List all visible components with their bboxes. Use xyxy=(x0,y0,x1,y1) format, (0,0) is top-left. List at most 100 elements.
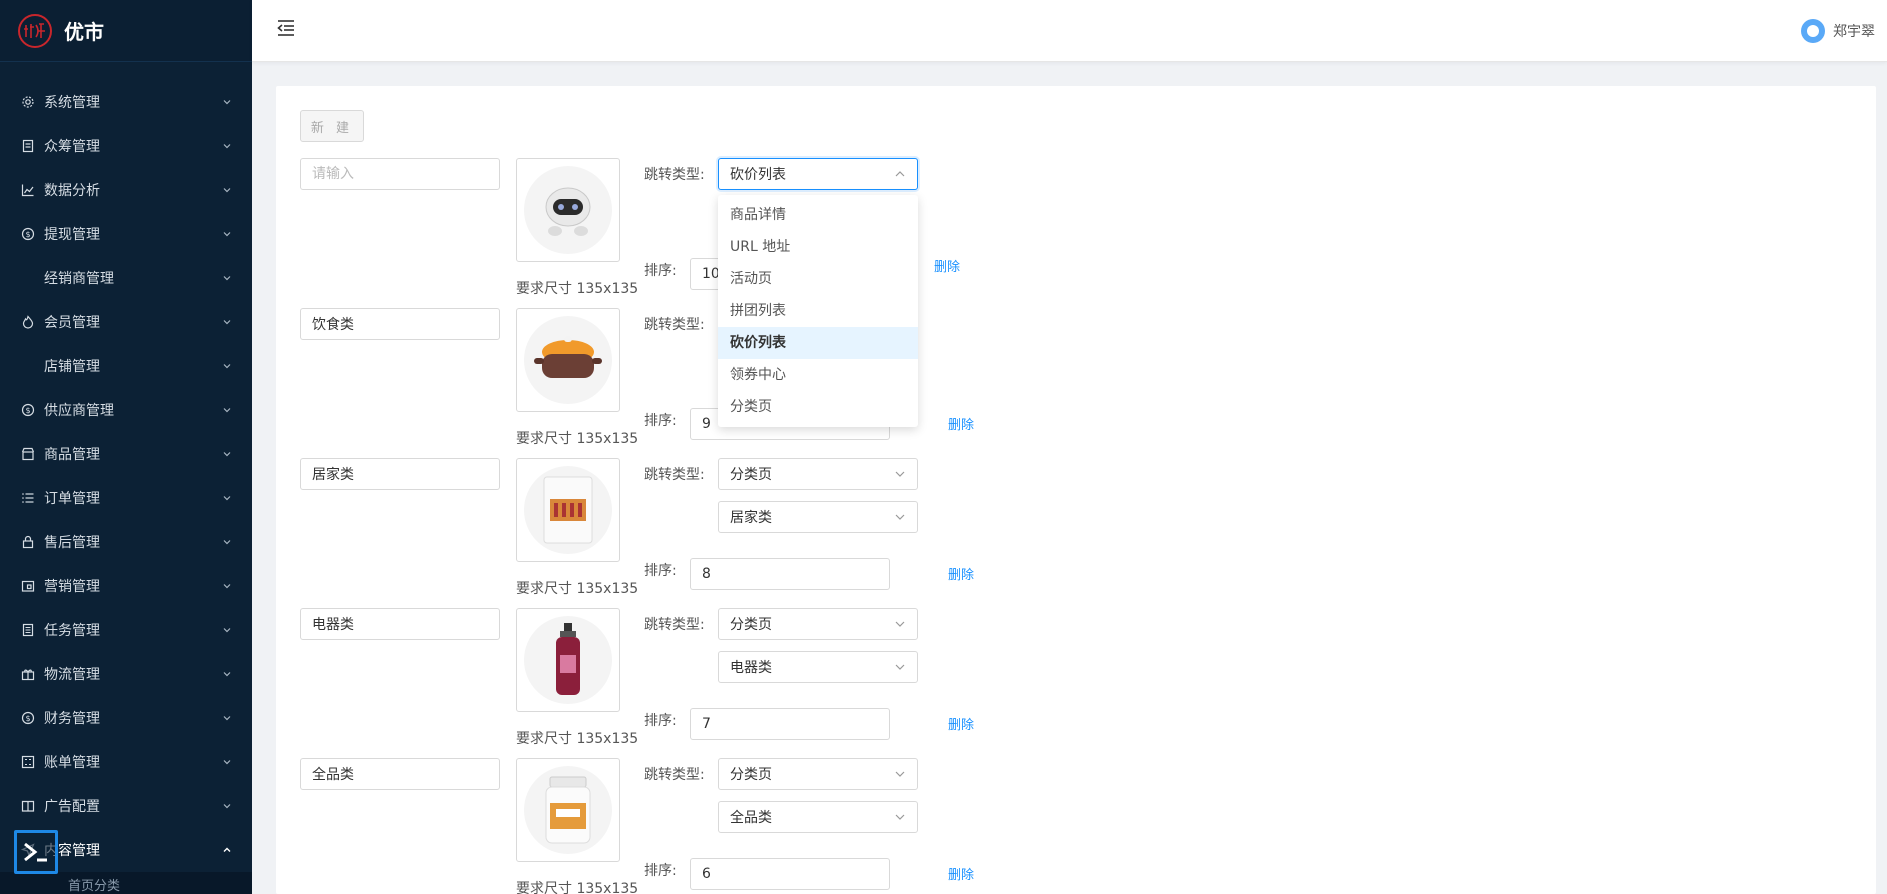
category-name-input[interactable] xyxy=(300,308,500,340)
sidebar-item-6[interactable]: 店铺管理 xyxy=(0,344,252,388)
shop-icon xyxy=(20,446,36,462)
book-icon xyxy=(20,798,36,814)
sort-label: 排序: xyxy=(644,863,677,879)
coin-icon: $ xyxy=(20,226,36,242)
jump-type-select[interactable]: 分类页 xyxy=(718,758,918,790)
size-hint: 要求尺寸 135x135 xyxy=(516,881,639,894)
brand-name[interactable]: 优市 xyxy=(64,16,104,45)
sidebar-item-12[interactable]: 任务管理 xyxy=(0,608,252,652)
chevron-down-icon xyxy=(222,669,232,679)
product-image-upload[interactable] xyxy=(516,158,620,262)
logo-mark-icon xyxy=(24,22,45,38)
jump-type-label: 跳转类型: xyxy=(644,467,705,483)
product-image-upload[interactable] xyxy=(516,458,620,562)
sidebar-item-0[interactable]: 系统管理 xyxy=(0,80,252,124)
chevron-up-icon xyxy=(894,168,906,180)
sidebar-item-1[interactable]: 众筹管理 xyxy=(0,124,252,168)
category-row: 要求尺寸 135x135 跳转类型: 分类页全品类排序: 删除 xyxy=(300,758,1300,894)
sidebar-item-5[interactable]: 会员管理 xyxy=(0,300,252,344)
category-name-input[interactable] xyxy=(300,608,500,640)
user-menu[interactable]: 郑宇翠 xyxy=(1801,19,1875,43)
sort-input[interactable] xyxy=(690,858,890,890)
new-button[interactable]: 新 建 xyxy=(300,110,364,142)
dropdown-option[interactable]: URL 地址 xyxy=(718,231,918,263)
coin-icon: $ xyxy=(20,402,36,418)
main-content: 新 建 要求尺寸 135x135跳转类型:砍价列表排序:删除要求尺寸 135x1… xyxy=(276,86,1876,894)
sidebar-item-10[interactable]: 售后管理 xyxy=(0,520,252,564)
sort-input[interactable] xyxy=(690,708,890,740)
chevron-down-icon xyxy=(222,449,232,459)
sidebar-item-label: 系统管理 xyxy=(44,95,100,111)
share-box-icon xyxy=(20,578,36,594)
category-select[interactable]: 居家类 xyxy=(718,501,918,533)
gear-icon xyxy=(20,94,36,110)
sort-input[interactable] xyxy=(690,558,890,590)
sidebar-item-2[interactable]: 数据分析 xyxy=(0,168,252,212)
jump-type-select[interactable]: 分类页 xyxy=(718,458,918,490)
sidebar-item-3[interactable]: $ 提现管理 xyxy=(0,212,252,256)
chevron-down-icon xyxy=(222,405,232,415)
user-name[interactable]: 郑宇翠 xyxy=(1833,21,1875,41)
avatar[interactable] xyxy=(1801,19,1825,43)
product-image xyxy=(524,466,612,554)
category-name-input[interactable] xyxy=(300,158,500,190)
sidebar-item-label: 经销商管理 xyxy=(44,271,114,287)
product-image-upload[interactable] xyxy=(516,608,620,712)
chevron-down-icon xyxy=(222,185,232,195)
sidebar-item-15[interactable]: 账单管理 xyxy=(0,740,252,784)
category-name-input[interactable] xyxy=(300,458,500,490)
category-select[interactable]: 全品类 xyxy=(718,801,918,833)
jump-type-value: 分类页 xyxy=(730,467,772,483)
dropdown-option[interactable]: 砍价列表 xyxy=(718,327,918,359)
category-value: 居家类 xyxy=(730,510,772,526)
sidebar-item-label: 提现管理 xyxy=(44,227,100,243)
terminal-badge[interactable] xyxy=(14,830,58,874)
sidebar-item-label: 供应商管理 xyxy=(44,403,114,419)
sidebar: 优市 系统管理众筹管理 数据分析 $ 提现管理经销商管理会员管理店铺管理 $ 供应商管理商… xyxy=(0,0,252,894)
dropdown-option[interactable]: 领券中心 xyxy=(718,359,918,391)
chevron-down-icon xyxy=(894,661,906,673)
chevron-down-icon xyxy=(222,625,232,635)
sidebar-subitem[interactable]: 首页分类 xyxy=(0,872,252,894)
jump-type-select[interactable]: 砍价列表 xyxy=(718,158,918,190)
dropdown-option[interactable]: 活动页 xyxy=(718,263,918,295)
dropdown-option[interactable]: 商品详情 xyxy=(718,199,918,231)
delete-link[interactable]: 删除 xyxy=(934,256,960,275)
sidebar-item-9[interactable]: 订单管理 xyxy=(0,476,252,520)
dropdown-option[interactable]: 拼团列表 xyxy=(718,295,918,327)
sidebar-item-7[interactable]: $ 供应商管理 xyxy=(0,388,252,432)
chevron-down-icon xyxy=(222,713,232,723)
category-name-input[interactable] xyxy=(300,758,500,790)
delete-link[interactable]: 删除 xyxy=(948,414,974,433)
product-image-upload[interactable] xyxy=(516,308,620,412)
sidebar-item-label: 店铺管理 xyxy=(44,359,100,375)
dropdown-option[interactable]: 分类页 xyxy=(718,391,918,423)
sidebar-item-11[interactable]: 营销管理 xyxy=(0,564,252,608)
sidebar-item-label: 订单管理 xyxy=(44,491,100,507)
sidebar-item-16[interactable]: 广告配置 xyxy=(0,784,252,828)
category-select[interactable]: 电器类 xyxy=(718,651,918,683)
sidebar-item-13[interactable]: 物流管理 xyxy=(0,652,252,696)
sidebar-item-label: 商品管理 xyxy=(44,447,100,463)
sidebar-item-14[interactable]: $ 财务管理 xyxy=(0,696,252,740)
delete-link[interactable]: 删除 xyxy=(948,714,974,733)
chevron-down-icon xyxy=(894,511,906,523)
delete-link[interactable]: 删除 xyxy=(948,864,974,883)
sidebar-item-8[interactable]: 商品管理 xyxy=(0,432,252,476)
jump-type-select[interactable]: 分类页 xyxy=(718,608,918,640)
product-image-upload[interactable] xyxy=(516,758,620,862)
jump-type-dropdown: 商品详情 URL 地址 活动页 拼团列表 砍价列表 领券中心 分类页 xyxy=(718,195,918,427)
chevron-down-icon xyxy=(222,141,232,151)
lock-icon xyxy=(20,534,36,550)
sidebar-item-label: 售后管理 xyxy=(44,535,100,551)
menu-collapse-icon[interactable] xyxy=(276,18,296,38)
delete-link[interactable]: 删除 xyxy=(948,564,974,583)
jump-type-value: 分类页 xyxy=(730,767,772,783)
sort-label: 排序: xyxy=(644,713,677,729)
jump-type-label: 跳转类型: xyxy=(644,767,705,783)
product-image xyxy=(524,616,612,704)
chevron-down-icon xyxy=(222,97,232,107)
sidebar-item-4[interactable]: 经销商管理 xyxy=(0,256,252,300)
sidebar-item-label: 会员管理 xyxy=(44,315,100,331)
chevron-down-icon xyxy=(222,537,232,547)
